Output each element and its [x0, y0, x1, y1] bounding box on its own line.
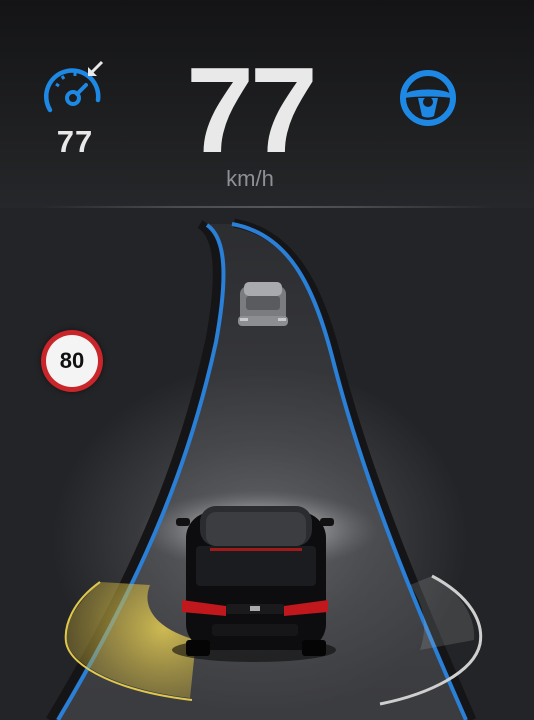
speed-unit: km/h	[226, 166, 274, 191]
ego-vehicle	[172, 506, 336, 662]
speedometer-icon	[44, 60, 104, 113]
header-divider	[40, 206, 494, 208]
autopilot-display: 77 77 km/h 80	[0, 0, 534, 720]
steering-wheel-icon	[400, 70, 456, 126]
speed-limit-value: 80	[59, 348, 85, 373]
current-speed: 77	[186, 42, 318, 178]
set-speed-value: 77	[56, 124, 94, 159]
lead-vehicle	[238, 282, 288, 326]
speed-limit-sign: 80	[46, 335, 98, 387]
